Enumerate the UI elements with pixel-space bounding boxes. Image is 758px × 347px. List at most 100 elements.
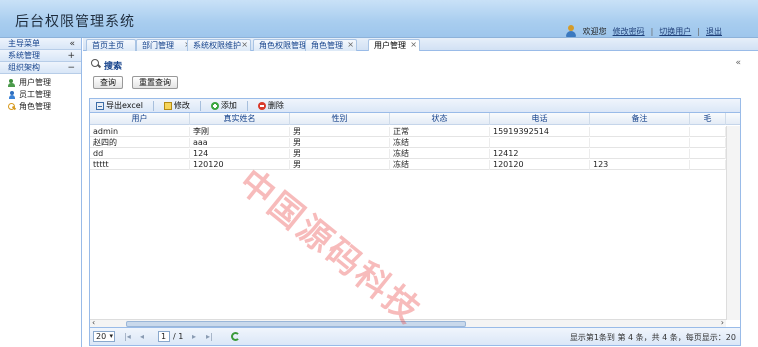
column-header-gender[interactable]: 性别	[290, 113, 390, 125]
main-content: 搜索 « 查询 重置查询 导出excel 修改 添加 删除 用户 真实姓名 性别…	[83, 52, 758, 347]
page-total: / 1	[173, 332, 184, 341]
page-number-input[interactable]: 1	[158, 331, 170, 342]
table-row[interactable]: dd 124 男 冻结 12412	[90, 149, 726, 159]
delete-icon	[257, 101, 266, 110]
next-page-icon[interactable]: ▸	[192, 332, 196, 341]
export-excel-button[interactable]: 导出excel	[94, 100, 145, 112]
app-header: 后台权限管理系统 欢迎您 修改密码 | 切换用户 | 退出	[0, 0, 758, 38]
page-size-select[interactable]: 20 ▾	[93, 331, 115, 342]
divider	[152, 100, 154, 111]
sidebar-item-users[interactable]: 用户管理	[0, 77, 81, 89]
page-number-value: 1	[161, 332, 167, 341]
sidebar-item-label: 角色管理	[19, 102, 51, 111]
tab-roles[interactable]: 角色管理 ×	[305, 39, 357, 51]
query-button[interactable]: 查询	[93, 76, 123, 89]
cell-user: dd	[90, 149, 190, 159]
reset-query-button[interactable]: 重置查询	[132, 76, 178, 89]
collapse-left-icon[interactable]: «	[69, 38, 75, 50]
collapse-icon[interactable]: −	[67, 62, 75, 74]
cell-gender: 男	[290, 160, 390, 170]
user-icon	[565, 25, 577, 37]
delete-button[interactable]: 删除	[256, 100, 286, 112]
cell-real-name: 120120	[190, 160, 290, 170]
key-icon	[8, 103, 16, 111]
tab-label: 角色管理	[311, 41, 343, 50]
prev-page-icon[interactable]: ◂	[140, 332, 144, 341]
table-row[interactable]: admin 李刚 男 正常 15919392514	[90, 127, 726, 137]
close-icon[interactable]: ×	[347, 39, 354, 50]
refresh-icon[interactable]	[231, 332, 240, 341]
divider	[246, 100, 248, 111]
column-header-user[interactable]: 用户	[90, 113, 190, 125]
first-page-icon[interactable]: |◂	[124, 332, 131, 341]
welcome-text: 欢迎您	[582, 26, 607, 36]
cell-status: 冻结	[390, 138, 490, 148]
logout-link[interactable]: 退出	[706, 26, 722, 37]
user-grid: 导出excel 修改 添加 删除 用户 真实姓名 性别 状态 电话 备注 毛 a…	[89, 98, 741, 346]
button-label: 修改	[173, 101, 190, 110]
tab-label: 首页主页	[92, 41, 124, 50]
grid-header: 用户 真实姓名 性别 状态 电话 备注 毛	[90, 113, 740, 125]
column-header-real-name[interactable]: 真实姓名	[190, 113, 290, 125]
cell-extra	[690, 149, 726, 159]
tab-label: 用户管理	[374, 41, 406, 50]
close-icon[interactable]: ×	[410, 39, 417, 50]
tab-system-permissions[interactable]: 系统权限维护 ×	[187, 39, 251, 51]
cell-remark	[590, 149, 690, 159]
horizontal-scrollbar[interactable]: ‹ ›	[90, 318, 726, 327]
column-header-phone[interactable]: 电话	[490, 113, 590, 125]
cell-real-name: 124	[190, 149, 290, 159]
tab-departments[interactable]: 部门管理 ×	[136, 39, 194, 51]
cell-real-name: aaa	[190, 138, 290, 148]
scroll-left-icon[interactable]: ‹	[92, 318, 95, 327]
double-chevron-up-icon[interactable]: «	[735, 58, 741, 68]
cell-gender: 男	[290, 149, 390, 159]
tab-strip: 首页主页 部门管理 × 系统权限维护 × 角色权限管理 × 角色管理 × 用户管…	[83, 38, 758, 51]
scroll-right-icon[interactable]: ›	[721, 318, 724, 327]
sidebar: 主导菜单 « 系统管理 + 组织架构 − 用户管理 员工管理 角色管理	[0, 38, 82, 347]
pagination-info: 显示第1条到 第 4 条，共 4 条，每页显示：20	[569, 333, 736, 342]
section-label: 系统管理	[8, 51, 40, 60]
tab-users[interactable]: 用户管理 ×	[368, 39, 420, 51]
cell-extra	[690, 127, 726, 137]
edit-button[interactable]: 修改	[162, 100, 192, 112]
cell-phone: 15919392514	[490, 127, 590, 137]
vertical-scrollbar[interactable]	[726, 126, 740, 320]
table-row[interactable]: ttttt 120120 男 冻结 120120 123	[90, 160, 726, 170]
cell-user: 赵四的	[90, 138, 190, 148]
sidebar-item-label: 用户管理	[19, 78, 51, 87]
nav-list: 用户管理 员工管理 角色管理	[0, 74, 81, 113]
search-icon	[91, 59, 100, 68]
column-header-status[interactable]: 状态	[390, 113, 490, 125]
separator: |	[697, 26, 700, 36]
sidebar-section-system[interactable]: 系统管理 +	[0, 50, 81, 62]
tab-label: 系统权限维护	[193, 41, 241, 50]
close-icon[interactable]: ×	[241, 39, 248, 50]
sidebar-item-roles[interactable]: 角色管理	[0, 101, 81, 113]
table-row[interactable]: 赵四的 aaa 男 冻结	[90, 138, 726, 148]
last-page-icon[interactable]: ▸|	[206, 332, 213, 341]
cell-gender: 男	[290, 127, 390, 137]
expand-icon[interactable]: +	[67, 50, 75, 62]
cell-gender: 男	[290, 138, 390, 148]
sidebar-section-org[interactable]: 组织架构 −	[0, 62, 81, 74]
sidebar-item-employees[interactable]: 员工管理	[0, 89, 81, 101]
tab-label: 角色权限管理	[259, 41, 307, 50]
button-label: 导出excel	[106, 101, 143, 110]
column-header-extra[interactable]: 毛	[690, 113, 726, 125]
cell-status: 冻结	[390, 160, 490, 170]
page-size-value: 20	[96, 332, 107, 341]
chevron-down-icon: ▾	[109, 332, 113, 340]
add-button[interactable]: 添加	[209, 100, 239, 112]
button-label: 添加	[220, 101, 237, 110]
cell-extra	[690, 138, 726, 148]
cell-status: 冻结	[390, 149, 490, 159]
pagination-bar: 20 ▾ |◂ ◂ 1 / 1 ▸ ▸| 显示第1条到 第 4 条，共 4 条，…	[90, 327, 740, 345]
divider	[199, 100, 201, 111]
tab-home[interactable]: 首页主页	[86, 39, 136, 51]
change-password-link[interactable]: 修改密码	[613, 26, 645, 37]
switch-user-link[interactable]: 切换用户	[659, 26, 691, 37]
sidebar-section-main-menu[interactable]: 主导菜单 «	[0, 38, 81, 50]
tab-label: 部门管理	[142, 41, 174, 50]
column-header-remark[interactable]: 备注	[590, 113, 690, 125]
